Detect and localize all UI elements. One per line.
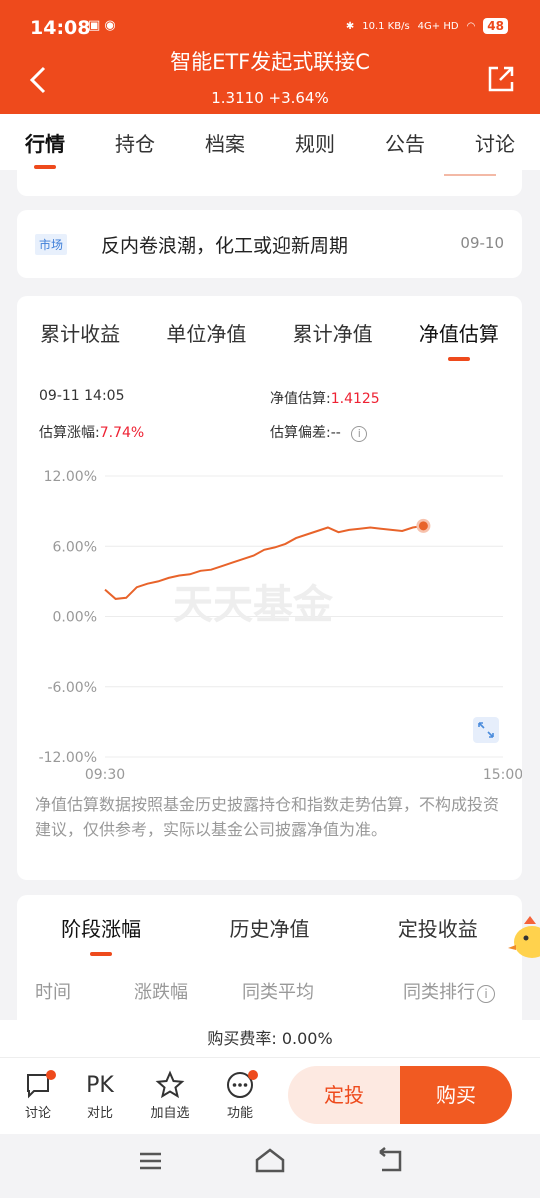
- x-tick-label: 15:00: [483, 767, 522, 783]
- chart-x-ticks: 09:30 15:00: [85, 767, 522, 783]
- news-title: 反内卷浪潮，化工或迎新周期: [101, 235, 349, 257]
- y-tick-label: 12.00%: [44, 469, 97, 485]
- star-icon: [140, 1068, 200, 1102]
- info-icon[interactable]: i: [477, 985, 495, 1003]
- compare-button[interactable]: PK 对比: [70, 1068, 130, 1122]
- home-icon[interactable]: [255, 1148, 285, 1173]
- main-tabs: 行情 持仓 档案 规则 公告 讨论: [0, 114, 540, 170]
- wifi-icon: ◠: [466, 20, 476, 32]
- status-right: ✱ 10.1 KB/s 4G+ HD ◠ 48: [346, 18, 508, 34]
- stage-tabs: 阶段涨幅 历史净值 定投收益: [17, 913, 522, 942]
- tab-announcements[interactable]: 公告: [360, 128, 450, 157]
- col-header-peer-rank-label: 同类排行: [403, 982, 475, 1003]
- bottom-bar: 讨论 PK 对比 加自选 功能 定投 购买: [0, 1058, 540, 1134]
- tab-profile[interactable]: 档案: [180, 128, 270, 157]
- estimate-nav: 净值估算:1.4125: [270, 388, 380, 408]
- estimate-change-label: 估算涨幅:: [39, 425, 100, 441]
- status-time: 14:08: [30, 17, 91, 39]
- tab-market[interactable]: 行情: [0, 128, 90, 157]
- back-nav-icon[interactable]: [379, 1147, 402, 1172]
- tab-holdings[interactable]: 持仓: [90, 128, 180, 157]
- discussion-button[interactable]: 讨论: [8, 1068, 68, 1121]
- estimate-deviation-value: --: [330, 425, 341, 441]
- pk-icon: PK: [86, 1072, 114, 1098]
- info-icon[interactable]: i: [351, 426, 368, 442]
- chart-tab-cumulative-nav[interactable]: 累计净值: [270, 318, 396, 347]
- tab-rules[interactable]: 规则: [270, 128, 360, 157]
- notification-dot: [248, 1070, 258, 1080]
- dingtou-button[interactable]: 定投: [288, 1066, 400, 1124]
- fund-nav-change: 1.3110 +3.64%: [211, 89, 329, 107]
- col-header-time: 时间: [35, 982, 71, 1003]
- purchase-fee: 购买费率: 0.00%: [0, 1020, 540, 1058]
- mascot-icon[interactable]: [506, 912, 540, 962]
- stage-tab-history-nav[interactable]: 历史净值: [185, 913, 353, 942]
- stage-tab-dingtou-return[interactable]: 定投收益: [354, 913, 522, 942]
- add-watchlist-button[interactable]: 加自选: [140, 1068, 200, 1121]
- previous-card: [17, 170, 522, 196]
- news-item[interactable]: 市场 反内卷浪潮，化工或迎新周期 09-10: [17, 210, 522, 278]
- chart-y-ticks: 12.00% 6.00% 0.00% -6.00% -12.00%: [39, 469, 97, 766]
- fund-title: 智能ETF发起式联接C: [170, 50, 370, 74]
- chart-tab-unit-nav[interactable]: 单位净值: [143, 318, 269, 347]
- chart-card: 累计收益 单位净值 累计净值 净值估算 09-11 14:05 净值估算:1.4…: [17, 296, 522, 880]
- functions-button[interactable]: 功能: [210, 1068, 270, 1121]
- estimate-change-value: 7.74%: [99, 425, 145, 441]
- card-button-edge: [444, 174, 496, 176]
- notification-dot: [46, 1070, 56, 1080]
- chart-tabs: 累计收益 单位净值 累计净值 净值估算: [17, 318, 522, 347]
- x-tick-label: 09:30: [85, 767, 125, 783]
- watermark: 天天基金: [173, 581, 334, 628]
- y-tick-label: -6.00%: [47, 680, 97, 696]
- battery-icon: 48: [483, 18, 508, 34]
- stage-tab-period-return[interactable]: 阶段涨幅: [17, 913, 185, 942]
- add-watchlist-label: 加自选: [150, 1106, 190, 1121]
- tab-discussion[interactable]: 讨论: [450, 128, 540, 157]
- estimate-nav-label: 净值估算:: [270, 391, 331, 407]
- chart-tab-nav-estimate[interactable]: 净值估算: [396, 318, 522, 347]
- status-app-icons: ▣ ◉: [88, 18, 116, 33]
- buy-button[interactable]: 购买: [400, 1066, 512, 1124]
- stage-card: 阶段涨幅 历史净值 定投收益 时间 涨跌幅 同类平均 同类排行 i: [17, 895, 522, 1035]
- col-header-peer-average: 同类平均: [242, 982, 314, 1003]
- net-speed: 10.1 KB/s: [362, 20, 410, 32]
- system-nav-icons: [140, 1147, 402, 1173]
- last-point: [418, 521, 428, 531]
- more-icon: [210, 1068, 270, 1102]
- y-tick-label: 0.00%: [53, 610, 97, 626]
- network-type: 4G+ HD: [417, 20, 459, 32]
- estimate-deviation: 估算偏差:-- i: [270, 422, 368, 442]
- bluetooth-icon: ✱: [345, 20, 355, 32]
- chart-tab-cumulative-return[interactable]: 累计收益: [17, 318, 143, 347]
- estimate-deviation-label: 估算偏差:: [270, 425, 331, 441]
- col-header-change: 涨跌幅: [134, 982, 188, 1003]
- discussion-label: 讨论: [24, 1106, 51, 1121]
- functions-label: 功能: [226, 1106, 253, 1121]
- header: 14:08 ▣ ◉ ✱ 10.1 KB/s 4G+ HD ◠ 48 智能ETF发…: [0, 0, 540, 114]
- compare-label: 对比: [86, 1106, 113, 1121]
- y-tick-label: -12.00%: [39, 750, 97, 766]
- news-tag: 市场: [35, 234, 68, 255]
- menu-icon[interactable]: [140, 1152, 161, 1170]
- col-header-peer-rank: 同类排行 i: [403, 978, 495, 1004]
- nav-estimate-chart: 12.00% 6.00% 0.00% -6.00% -12.00% 09:30 15:00…: [39, 469, 522, 783]
- news-date: 09-10: [460, 234, 504, 252]
- system-nav-bar: [0, 1134, 540, 1194]
- estimate-change: 估算涨幅:7.74%: [39, 422, 144, 442]
- estimate-disclaimer: 净值估算数据按照基金历史披露持仓和指数走势估算，不构成投资建议，仅供参考，实际以…: [35, 795, 500, 839]
- estimate-nav-value: 1.4125: [330, 391, 380, 407]
- share-icon[interactable]: [486, 64, 516, 94]
- estimate-datetime: 09-11 14:05: [39, 388, 125, 404]
- expand-icon[interactable]: [473, 717, 499, 743]
- chat-icon: [8, 1068, 68, 1102]
- y-tick-label: 6.00%: [53, 539, 97, 555]
